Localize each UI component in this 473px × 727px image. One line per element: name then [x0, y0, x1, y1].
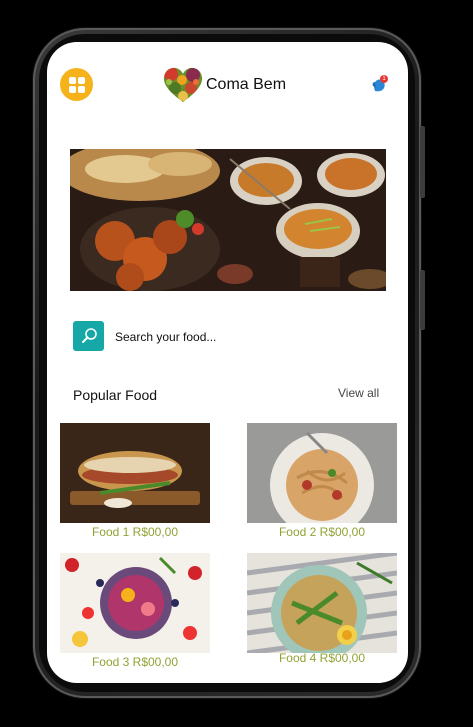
side-button-power	[420, 126, 425, 198]
grid-icon	[68, 76, 85, 93]
app-screen: Coma Bem 1 Search your food... Popular F…	[47, 42, 408, 683]
menu-button[interactable]	[60, 68, 93, 101]
section-title: Popular Food	[73, 387, 158, 403]
notification-badge: 1	[380, 75, 388, 83]
food-image	[60, 423, 210, 523]
side-button-volume	[420, 270, 425, 330]
view-all-link[interactable]: View all	[338, 386, 379, 400]
brand: Coma Bem	[163, 66, 286, 104]
heart-vegetables-logo	[163, 67, 203, 102]
food-label: Food 3 R$00,00	[91, 655, 179, 669]
food-card[interactable]: Food 2 R$00,00	[247, 423, 397, 539]
search-button[interactable]	[73, 321, 104, 351]
food-label: Food 4 R$00,00	[278, 651, 366, 665]
app-title: Coma Bem	[206, 76, 287, 93]
food-card[interactable]: Food 1 R$00,00	[60, 423, 210, 539]
food-image	[247, 423, 397, 523]
food-card[interactable]: Food 3 R$00,00	[60, 553, 210, 669]
food-image	[247, 553, 397, 653]
food-card[interactable]: Food 4 R$00,00	[247, 553, 397, 665]
food-label: Food 2 R$00,00	[278, 525, 366, 539]
food-image	[60, 553, 210, 653]
food-label: Food 1 R$00,00	[91, 525, 179, 539]
magnifier-icon	[81, 328, 97, 343]
search-input[interactable]	[115, 326, 375, 348]
hero-banner-image	[70, 149, 386, 291]
